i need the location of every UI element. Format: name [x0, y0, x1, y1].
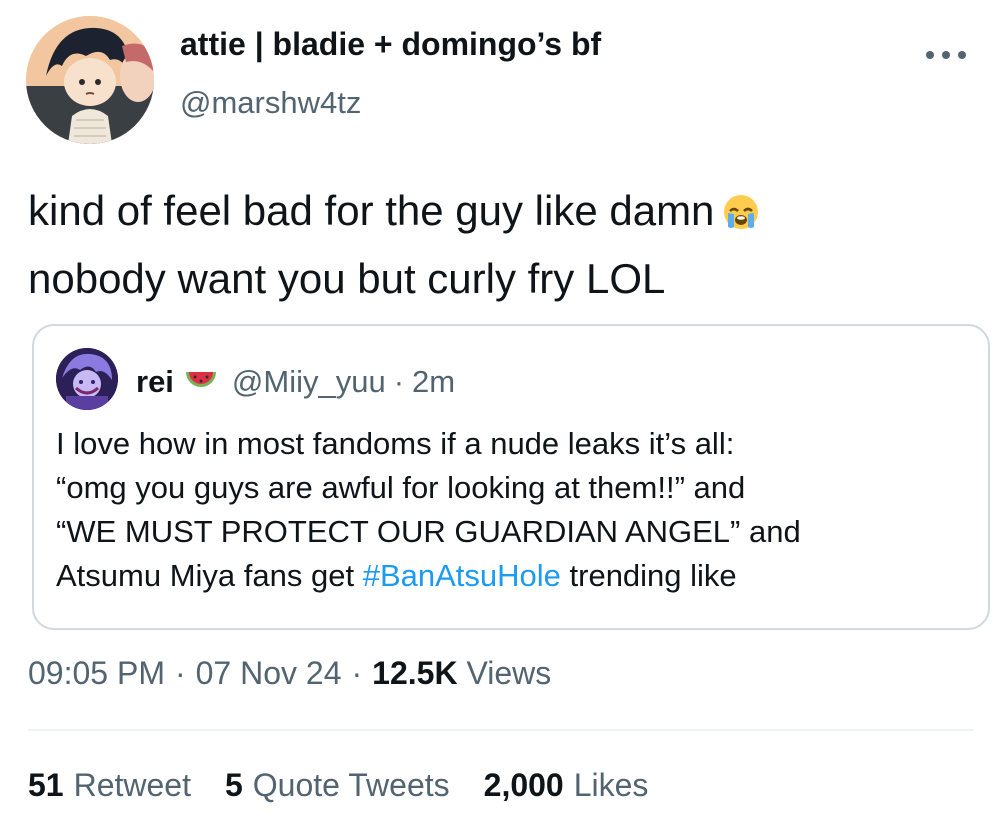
- quoted-author-avatar[interactable]: [56, 348, 118, 410]
- hashtag-link[interactable]: #BanAtsuHole: [363, 558, 561, 593]
- author-avatar[interactable]: [26, 16, 154, 144]
- separator-dot: ·: [393, 364, 405, 399]
- likes-stat[interactable]: 2,000 Likes: [484, 767, 649, 804]
- tweet-text: kind of feel bad for the guy like damn n…: [28, 180, 760, 310]
- quoted-tweet[interactable]: rei @Miiy_yuu · 2m I love how in most fa…: [32, 324, 990, 630]
- author-handle[interactable]: @marshw4tz: [180, 85, 361, 121]
- avatar-illustration: [26, 16, 154, 144]
- divider: [28, 729, 974, 731]
- quoted-avatar-illustration: [56, 348, 118, 410]
- more-options-icon[interactable]: [926, 46, 966, 64]
- quote-tweets-stat[interactable]: 5 Quote Tweets: [225, 767, 450, 804]
- tweet-line: kind of feel bad for the guy like damn: [28, 180, 760, 248]
- separator-dot: ·: [174, 655, 186, 691]
- author-name[interactable]: attie | bladie + domingo’s bf: [180, 26, 601, 63]
- quoted-author-name[interactable]: rei: [136, 364, 174, 400]
- quoted-line: “omg you guys are awful for looking at t…: [56, 470, 746, 505]
- views-count: 12.5K: [372, 655, 458, 691]
- quoted-line: “WE MUST PROTECT OUR GUARDIAN ANGEL” and: [56, 514, 801, 549]
- watermelon-icon: [184, 364, 218, 400]
- tweet-meta: 09:05 PM · 07 Nov 24 · 12.5K Views: [28, 655, 551, 692]
- quoted-text: I love how in most fandoms if a nude lea…: [56, 422, 801, 598]
- quoted-header: rei @Miiy_yuu · 2m: [136, 364, 455, 400]
- tweet-date[interactable]: 07 Nov 24: [196, 655, 342, 691]
- loudly-crying-face-icon: [722, 186, 760, 248]
- tweet-line: nobody want you but curly fry LOL: [28, 255, 666, 302]
- tweet-time[interactable]: 09:05 PM: [28, 655, 165, 691]
- views-label: Views: [466, 655, 552, 691]
- retweets-stat[interactable]: 51 Retweet: [28, 767, 191, 804]
- quoted-line: I love how in most fandoms if a nude lea…: [56, 426, 735, 461]
- quoted-author-handle[interactable]: @Miiy_yuu: [232, 364, 386, 400]
- quoted-timestamp[interactable]: 2m: [412, 364, 455, 400]
- engagement-stats: 51 Retweet 5 Quote Tweets 2,000 Likes: [28, 767, 682, 804]
- quoted-line: Atsumu Miya fans get #BanAtsuHole trendi…: [56, 558, 737, 593]
- separator-dot: ·: [351, 655, 363, 691]
